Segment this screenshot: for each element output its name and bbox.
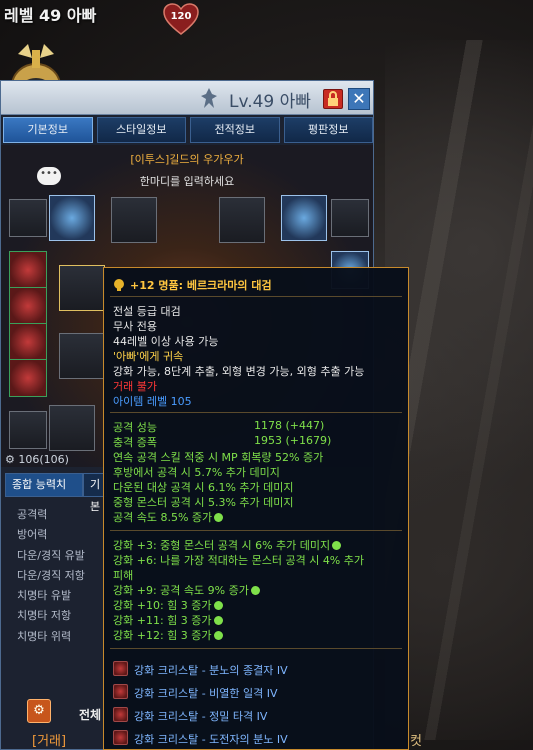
crystal-icon [113, 661, 128, 676]
attack-value: 1178 (+447) [254, 419, 325, 432]
stat-row: 치명타 위력 [17, 629, 72, 643]
effect-line: 후방에서 공격 시 5.7% 추가 데미지 [113, 466, 280, 479]
crystal-line: 강화 크리스탈 - 도전자의 분노 IV [134, 733, 288, 746]
check-icon [213, 631, 223, 640]
crystal-line: 강화 크리스탈 - 정밀 타격 IV [134, 710, 268, 723]
effect-line-with-icon: 공격 속도 8.5% 증가 [113, 509, 224, 525]
divider [110, 296, 402, 297]
equip-slot-bracelet[interactable] [49, 405, 95, 451]
item-class: 무사 전용 [113, 320, 157, 333]
tab-reputation-info[interactable]: 평판정보 [283, 117, 373, 143]
enhance-text: 강화 +9: 공격 속도 9% 증가 [113, 584, 249, 597]
divider [110, 412, 402, 413]
check-icon [250, 586, 260, 595]
enhance-line: 강화 +12: 힘 3 증가 [113, 627, 223, 643]
effect-text: 공격 속도 8.5% 증가 [113, 511, 213, 524]
grade-trophy-icon [112, 278, 126, 292]
gem-slot-3[interactable] [9, 323, 47, 361]
window-tabs: 기본정보 스타일정보 전적정보 평판정보 [3, 117, 373, 143]
crystal-line: 강화 크리스탈 - 분노의 종결자 IV [134, 664, 288, 677]
gear-icon: ⚙ [33, 703, 45, 718]
tab-basic-info[interactable]: 기본정보 [3, 117, 93, 143]
equip-slot-costume[interactable] [281, 195, 327, 241]
bottom-filter-label[interactable]: 전체 [79, 706, 101, 723]
enhance-line: 강화 +10: 힘 3 증가 [113, 597, 223, 613]
effect-line: 연속 공격 스킬 적중 시 MP 회복량 52% 증가 [113, 451, 324, 464]
stat-row: 치명타 유발 [17, 589, 72, 603]
guild-name: [이투스]길드의 우가우가 [130, 153, 244, 166]
gem-slot-4[interactable] [9, 359, 47, 397]
tab-style-info[interactable]: 스타일정보 [96, 117, 186, 143]
crystal-line: 강화 크리스탈 - 비열한 일격 IV [134, 687, 278, 700]
enhance-line: 피해 [113, 569, 134, 582]
crystal-icon [113, 684, 128, 699]
divider [110, 648, 402, 649]
attack-label: 공격 성능 [113, 421, 157, 434]
character-silhouette-icon [199, 87, 219, 109]
impact-label: 충격 증폭 [113, 436, 157, 449]
crystal-icon [113, 707, 128, 722]
equip-slot-boots[interactable] [59, 333, 105, 379]
close-button[interactable]: ✕ [348, 88, 370, 110]
chat-tail-text: 컷 [410, 734, 422, 749]
enhance-line: 강화 +6: 나를 가장 적대하는 몬스터 공격 시 4% 추가 [113, 554, 364, 567]
enhance-line: 강화 +11: 힘 3 증가 [113, 612, 223, 628]
enhance-line: 강화 +9: 공격 속도 9% 증가 [113, 582, 260, 598]
item-tooltip: +12 명품: 베르크라마의 대검 전설 등급 대검 무사 전용 44레벨 이상… [103, 267, 409, 750]
item-level-req: 44레벨 이상 사용 가능 [113, 335, 219, 348]
character-nameplate: 레벨 49 아빠 [4, 6, 97, 25]
enhance-text: 강화 +12: 힘 3 증가 [113, 629, 212, 642]
settings-button[interactable]: ⚙ [27, 699, 51, 723]
window-title: Lv.49 아빠 [229, 92, 311, 112]
heart-value: 120 [170, 11, 192, 22]
chat-trade-prefix[interactable]: [거래] [32, 730, 66, 749]
tab-record-info[interactable]: 전적정보 [190, 117, 280, 143]
item-options: 강화 가능, 8단계 추출, 외형 변경 가능, 외형 추출 가능 [113, 365, 365, 378]
check-icon [214, 513, 224, 522]
stat-row: 방어력 [17, 528, 48, 542]
check-icon [332, 541, 342, 550]
enhance-text: 강화 +11: 힘 3 증가 [113, 614, 212, 627]
divider [110, 530, 402, 531]
effect-line: 중형 몬스터 공격 시 5.3% 추가 데미지 [113, 496, 294, 509]
gem-slot-1[interactable] [9, 251, 47, 289]
equip-slot-weapon-skin[interactable] [49, 195, 95, 241]
say-input[interactable]: 한마디를 입력하세요 [1, 173, 373, 189]
subtab-total-stats[interactable]: 종합 능력치 [5, 473, 83, 497]
item-trade: 거래 불가 [113, 380, 157, 393]
stat-row: 공격력 [17, 508, 48, 521]
item-bound: '아빠'에게 귀속 [113, 350, 184, 363]
lock-button[interactable] [323, 89, 343, 109]
gem-slot-2[interactable] [9, 287, 47, 325]
equip-slot-face[interactable] [219, 197, 265, 243]
equip-slot-ring-left[interactable] [9, 199, 47, 237]
stat-row: 다운/경직 유발 [17, 548, 85, 562]
enhance-text: 강화 +3: 중형 몬스터 공격 시 6% 추가 데미지 [113, 539, 331, 552]
stat-row: 치명타 저항 [17, 609, 72, 623]
equip-slot-belt[interactable] [9, 411, 47, 449]
item-title: +12 명품: 베르크라마의 대검 [130, 279, 272, 292]
hp-summary: ⚙ 106(106) [5, 453, 69, 466]
enhance-line: 강화 +3: 중형 몬스터 공격 시 6% 추가 데미지 [113, 537, 342, 553]
enhance-text: 강화 +10: 힘 3 증가 [113, 599, 212, 612]
crystal-icon [113, 730, 128, 745]
close-icon: ✕ [352, 89, 366, 108]
check-icon [213, 601, 223, 610]
impact-value: 1953 (+1679) [254, 434, 332, 447]
item-ilvl: 아이템 레벨 105 [113, 395, 192, 408]
check-icon [213, 616, 223, 625]
hp-value: 106(106) [18, 453, 69, 466]
gear-small-icon: ⚙ [5, 453, 15, 466]
heart-icon: 120 [162, 2, 200, 36]
equip-slot-ring-right[interactable] [331, 199, 369, 237]
lock-icon [328, 91, 338, 106]
window-title-bar[interactable]: Lv.49 아빠 ✕ [1, 81, 373, 115]
equip-slot-weapon[interactable] [59, 265, 105, 311]
equip-slot-head[interactable] [111, 197, 157, 243]
stat-row: 다운/경직 저항 [17, 568, 85, 582]
effect-line: 다운된 대상 공격 시 6.1% 추가 데미지 [113, 481, 294, 494]
stat-list: 공격력 방어력 다운/경직 유발 다운/경직 저항 치명타 유발 치명타 저항 … [17, 506, 85, 648]
item-grade: 전설 등급 대검 [113, 305, 181, 318]
